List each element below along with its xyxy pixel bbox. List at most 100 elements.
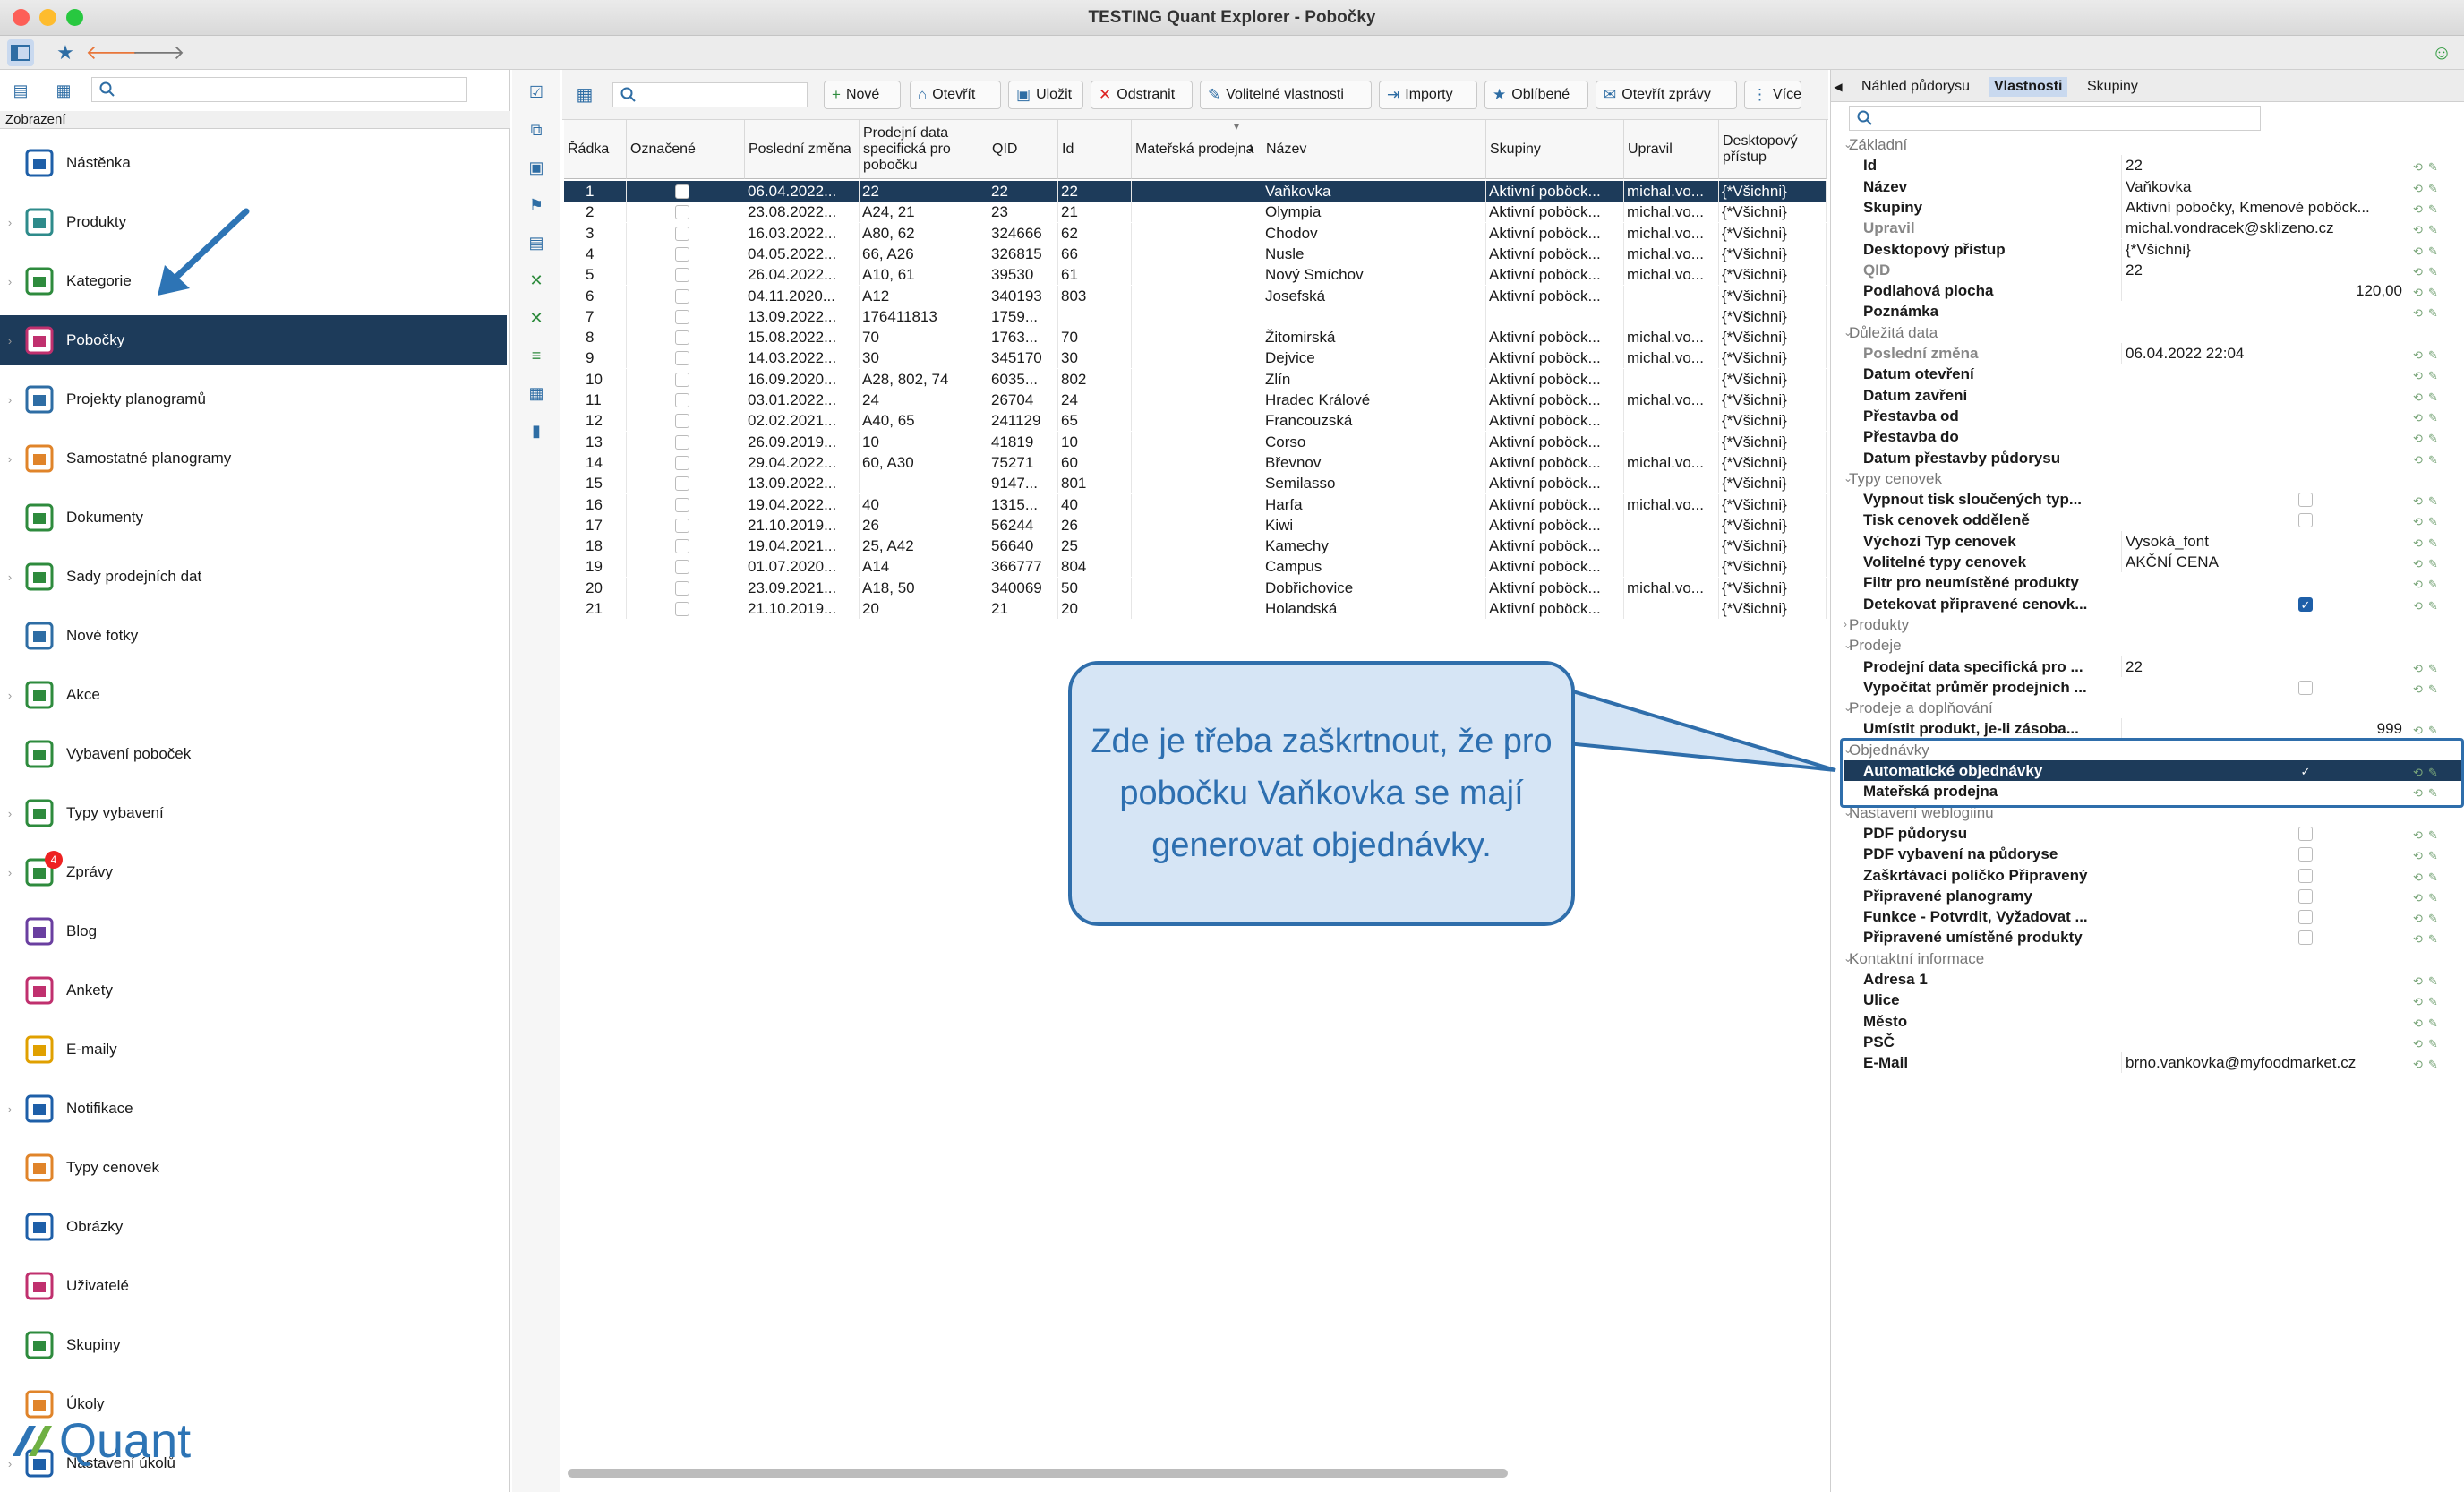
row-checkbox[interactable] [675,455,689,470]
table-row[interactable]: 21 21.10.2019... 20 21 20 Holandská Aktivní po… [564,598,1827,619]
grid-edit-icon[interactable]: ▦ [523,380,550,407]
sidebar-item-survey[interactable]: Ankety [0,965,507,1016]
sidebar-item-user[interactable]: Uživatelé [0,1261,507,1311]
property-checkbox[interactable] [2298,513,2313,528]
sidebar-item-notification[interactable]: › Notifikace [0,1084,507,1134]
chevron-right-icon[interactable]: › [0,216,20,229]
property-action-icons[interactable]: ⟲✎ [2413,199,2443,219]
row-checkbox[interactable] [675,476,689,492]
table-row[interactable]: 3 16.03.2022... A80, 62 324666 62 Chodov Aktiv… [564,222,1827,244]
row-checkbox[interactable] [675,580,689,596]
column-header[interactable]: Název [1262,120,1486,179]
table-row[interactable]: 12 02.02.2021... A40, 65 241129 65 Francouzsk… [564,410,1827,432]
property-row[interactable]: Přestavba od ⟲✎ [1844,406,2461,426]
table-row[interactable]: 8 15.08.2022... 70 1763... 70 Žitomirská Aktiv… [564,327,1827,348]
property-action-icons[interactable]: ⟲✎ [2413,365,2443,386]
sidebar-item-email[interactable]: E-maily [0,1025,507,1075]
row-checkbox[interactable] [675,184,689,199]
property-action-icons[interactable]: ⟲✎ [2413,1013,2443,1033]
property-action-icons[interactable]: ⟲✎ [2413,971,2443,991]
property-action-icons[interactable]: ⟲✎ [2413,491,2443,511]
property-action-icons[interactable]: ⟲✎ [2413,345,2443,365]
sidebar-item-dashboard[interactable]: Nástěnka [0,138,507,188]
tab-náhled-půdorysu[interactable]: Náhled půdorysu [1856,77,1975,97]
tab-skupiny[interactable]: Skupiny [2082,77,2143,97]
excel-export-icon[interactable]: ✕ [523,267,550,294]
table-row[interactable]: 13 26.09.2019... 10 41819 10 Corso Aktivní pob… [564,431,1827,452]
property-row[interactable]: Id 22 ⟲✎ [1844,155,2461,176]
property-section[interactable]: ⌄ Prodeje [1844,635,2461,656]
zoom-window-button[interactable] [66,9,83,26]
property-row[interactable]: Připravené planogramy ⟲✎ [1844,886,2461,906]
row-checkbox[interactable] [675,414,689,429]
forward-arrow-icon[interactable]: 🡒 [133,39,185,66]
chevron-right-icon[interactable]: › [0,570,20,584]
chevron-right-icon[interactable]: › [1844,614,1847,635]
property-value[interactable]: 120,00 [2121,280,2408,302]
property-action-icons[interactable]: ⟲✎ [2413,450,2443,470]
nové-button[interactable]: + Nové [824,81,901,109]
property-action-icons[interactable]: ⟲✎ [2413,407,2443,428]
property-row[interactable]: Přestavba do ⟲✎ [1844,426,2461,447]
property-action-icons[interactable]: ⟲✎ [2413,553,2443,574]
property-row[interactable]: Zaškrtávací políčko Připravený ⟲✎ [1844,865,2461,886]
property-value[interactable]: 22 [2121,656,2408,677]
property-value[interactable]: Vaňkovka [2121,176,2408,197]
property-row[interactable]: PDF půdorysu ⟲✎ [1844,823,2461,844]
table-row[interactable]: 17 21.10.2019... 26 56244 26 Kiwi Aktivní pobö… [564,514,1827,536]
property-action-icons[interactable]: ⟲✎ [2413,658,2443,679]
sidebar-collapse-icon[interactable]: ▤ [7,77,34,104]
row-checkbox[interactable] [675,330,689,346]
property-action-icons[interactable]: ⟲✎ [2413,303,2443,323]
row-checkbox[interactable] [675,497,689,512]
tab-vlastnosti[interactable]: Vlastnosti [1989,77,2068,97]
property-checkbox[interactable] [2298,910,2313,925]
property-checkbox[interactable] [2298,930,2313,946]
property-action-icons[interactable]: ⟲✎ [2413,1033,2443,1054]
column-header[interactable]: Id [1058,120,1132,179]
close-window-button[interactable] [13,9,30,26]
sidebar-item-documents[interactable]: Dokumenty [0,493,507,543]
sidebar-item-equipment[interactable]: Vybavení poboček [0,729,507,779]
row-checkbox[interactable] [675,560,689,575]
table-row[interactable]: 4 04.05.2022... 66, A26 326815 66 Nusle Aktivn… [564,243,1827,264]
column-header[interactable]: QID [988,120,1058,179]
property-checkbox[interactable] [2298,680,2313,695]
více-button[interactable]: ⋮ Více [1744,81,1801,109]
row-checkbox[interactable] [675,372,689,387]
properties-search-input[interactable] [1849,106,2261,131]
property-value[interactable]: Aktivní pobočky, Kmenové poböck... [2121,196,2408,218]
chart-icon[interactable]: ▮ [523,417,550,444]
otevřít-button[interactable]: ⌂ Otevřít [910,81,1001,109]
panel-collapse-icon[interactable]: ◀ [1831,73,1845,100]
checklist-icon[interactable]: ☑ [523,79,550,106]
sidebar-table-icon[interactable]: ▦ [50,77,77,104]
table-row[interactable]: 1 06.04.2022... 22 22 22 Vaňkovka Aktivní pobö… [564,181,1827,202]
row-checkbox[interactable] [675,268,689,283]
property-value[interactable]: michal.vondracek@sklizeno.cz [2121,218,2408,239]
document-list-icon[interactable]: ▤ [523,229,550,256]
property-value[interactable]: AKČNÍ CENA [2121,552,2408,572]
property-row[interactable]: PSČ ⟲✎ [1844,1032,2461,1052]
uložit-button[interactable]: ▣ Uložit [1008,81,1083,109]
column-header[interactable]: Označené [627,120,745,179]
volitelné-vlastnosti-button[interactable]: ✎ Volitelné vlastnosti [1200,81,1372,109]
chevron-right-icon[interactable]: › [0,1102,20,1116]
chevron-right-icon[interactable]: › [0,866,20,879]
property-action-icons[interactable]: ⟲✎ [2413,596,2443,616]
row-checkbox[interactable] [675,518,689,533]
row-checkbox[interactable] [675,205,689,220]
horizontal-scrollbar[interactable] [568,1469,1508,1478]
column-header[interactable]: Upravil [1624,120,1719,179]
property-section[interactable]: › Produkty [1844,614,2461,635]
column-header[interactable]: Poslední změna [745,120,860,179]
property-row[interactable]: QID 22 ⟲✎ [1844,259,2461,280]
property-row[interactable]: Adresa 1 ⟲✎ [1844,969,2461,990]
property-row[interactable]: E-Mail brno.vankovka@myfoodmarket.cz ⟲✎ [1844,1052,2461,1074]
property-row[interactable]: Upravil michal.vondracek@sklizeno.cz ⟲✎ [1844,218,2461,239]
sidebar-item-planogram[interactable]: › Samostatné planogramy [0,433,507,484]
row-checkbox[interactable] [675,288,689,304]
property-row[interactable]: Funkce - Potvrdit, Vyžadovat ... ⟲✎ [1844,906,2461,927]
property-action-icons[interactable]: ⟲✎ [2413,845,2443,866]
table-row[interactable]: 16 19.04.2022... 40 1315... 40 Harfa Aktivní p… [564,493,1827,515]
